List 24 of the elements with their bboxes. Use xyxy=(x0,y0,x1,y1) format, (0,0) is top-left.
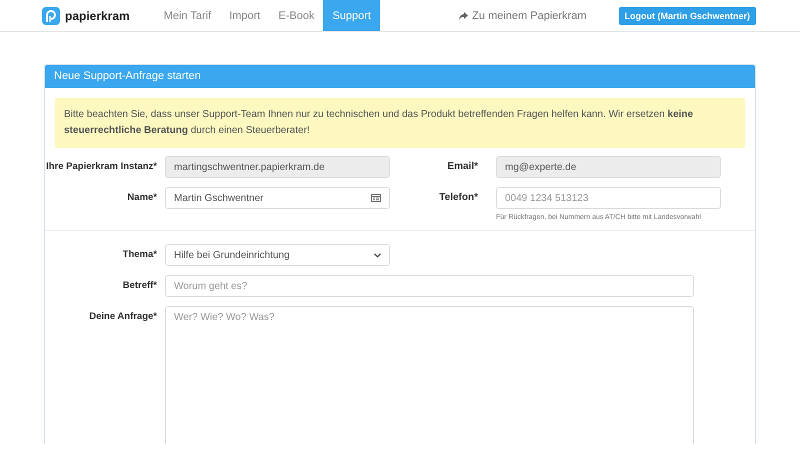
nav-tab[interactable]: Mein Tarif xyxy=(154,0,220,31)
brand-name[interactable]: papierkram xyxy=(65,8,130,22)
nav-tab[interactable]: E-Book xyxy=(269,0,324,31)
panel-header: Neue Support-Anfrage starten xyxy=(45,65,755,88)
field-label: Name* xyxy=(126,191,157,203)
field-label: Deine Anfrage* xyxy=(88,310,157,322)
logout-button[interactable]: Logout (Martin Gschwentner) xyxy=(618,6,756,24)
nav-tab[interactable]: Support xyxy=(323,0,380,31)
field-label: Thema* xyxy=(122,248,157,260)
nav-tab[interactable]: Import xyxy=(220,0,270,31)
logo-icon xyxy=(42,6,60,24)
field-label: Email* xyxy=(446,160,478,172)
field-label: Betreff* xyxy=(122,279,157,291)
textarea-field[interactable]: Wer? Wie? Wo? Was? xyxy=(165,306,694,444)
select-field[interactable]: Hilfe bei Grundeinrichtung xyxy=(165,244,390,266)
input-field[interactable]: Worum geht es? xyxy=(165,275,694,297)
app-link[interactable]: Zu meinem Papierkram xyxy=(459,0,586,31)
notice-text: Bitte beachten Sie, dass unser Support-Team Ihnen nur zu technischen und das Produkt betreffenden Fragen helfen kann. Wir ersetzen keine steuerrechtliche Beratung durch einen Steuerberater! xyxy=(55,98,745,148)
share-arrow-icon xyxy=(459,12,468,20)
field-label: Telefon* xyxy=(438,191,478,203)
input-field[interactable]: Martin Gschwentner xyxy=(165,187,390,209)
field-label: Ihre Papierkram Instanz* xyxy=(45,160,157,172)
input-field[interactable]: 0049 1234 513123 xyxy=(496,187,721,209)
chevron-down-icon xyxy=(374,252,381,258)
